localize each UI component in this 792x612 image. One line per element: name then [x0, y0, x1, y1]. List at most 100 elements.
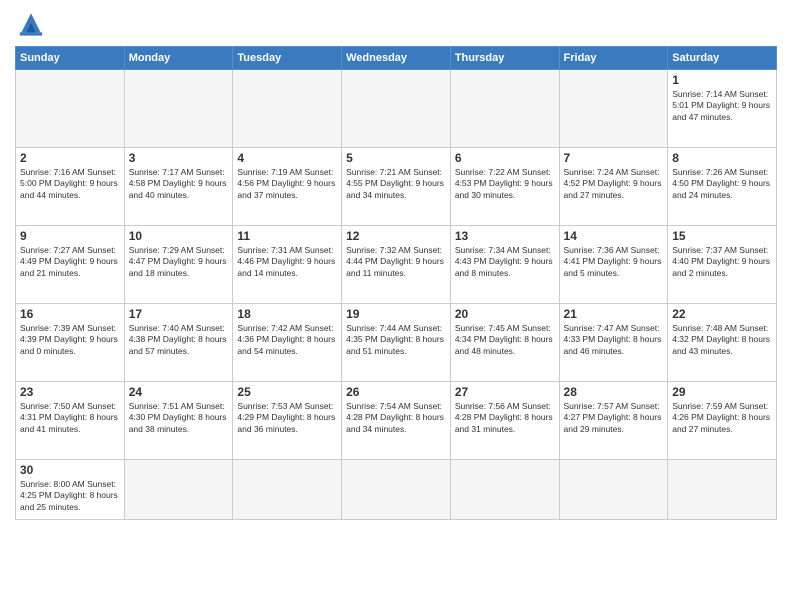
day-number: 8: [672, 151, 772, 165]
day-info: Sunrise: 7:44 AM Sunset: 4:35 PM Dayligh…: [346, 323, 446, 357]
day-number: 6: [455, 151, 555, 165]
day-info: Sunrise: 7:47 AM Sunset: 4:33 PM Dayligh…: [564, 323, 664, 357]
day-number: 4: [237, 151, 337, 165]
day-info: Sunrise: 7:32 AM Sunset: 4:44 PM Dayligh…: [346, 245, 446, 279]
day-number: 21: [564, 307, 664, 321]
calendar-cell: 6 Sunrise: 7:22 AM Sunset: 4:53 PM Daylig…: [450, 148, 559, 226]
day-number: 7: [564, 151, 664, 165]
calendar-cell: [342, 460, 451, 520]
day-info: Sunrise: 7:16 AM Sunset: 5:00 PM Dayligh…: [20, 167, 120, 201]
day-info: Sunrise: 7:22 AM Sunset: 4:53 PM Dayligh…: [455, 167, 555, 201]
day-number: 26: [346, 385, 446, 399]
calendar-cell: [450, 460, 559, 520]
calendar-cell: 14 Sunrise: 7:36 AM Sunset: 4:41 PM Dayli…: [559, 226, 668, 304]
day-number: 15: [672, 229, 772, 243]
day-number: 9: [20, 229, 120, 243]
calendar-cell: [559, 70, 668, 148]
day-number: 29: [672, 385, 772, 399]
calendar-cell: 16 Sunrise: 7:39 AM Sunset: 4:39 PM Dayli…: [16, 304, 125, 382]
calendar-cell: 17 Sunrise: 7:40 AM Sunset: 4:38 PM Dayli…: [124, 304, 233, 382]
calendar-cell: [124, 70, 233, 148]
day-number: 28: [564, 385, 664, 399]
calendar-cell: 18 Sunrise: 7:42 AM Sunset: 4:36 PM Dayli…: [233, 304, 342, 382]
calendar-cell: 19 Sunrise: 7:44 AM Sunset: 4:35 PM Dayli…: [342, 304, 451, 382]
day-number: 11: [237, 229, 337, 243]
logo: [15, 10, 51, 38]
calendar-cell: 2 Sunrise: 7:16 AM Sunset: 5:00 PM Daylig…: [16, 148, 125, 226]
day-number: 3: [129, 151, 229, 165]
day-number: 22: [672, 307, 772, 321]
calendar-table: Sunday Monday Tuesday Wednesday Thursday…: [15, 46, 777, 520]
calendar-cell: 4 Sunrise: 7:19 AM Sunset: 4:56 PM Daylig…: [233, 148, 342, 226]
calendar-cell: 7Sunrise: 7:24 AM Sunset: 4:52 PM Daylig…: [559, 148, 668, 226]
day-info: Sunrise: 7:45 AM Sunset: 4:34 PM Dayligh…: [455, 323, 555, 357]
day-info: Sunrise: 7:34 AM Sunset: 4:43 PM Dayligh…: [455, 245, 555, 279]
day-number: 27: [455, 385, 555, 399]
day-info: Sunrise: 7:17 AM Sunset: 4:58 PM Dayligh…: [129, 167, 229, 201]
calendar-cell: 8Sunrise: 7:26 AM Sunset: 4:50 PM Daylig…: [668, 148, 777, 226]
day-info: Sunrise: 7:53 AM Sunset: 4:29 PM Dayligh…: [237, 401, 337, 435]
day-number: 12: [346, 229, 446, 243]
calendar-cell: 9 Sunrise: 7:27 AM Sunset: 4:49 PM Daylig…: [16, 226, 125, 304]
day-info: Sunrise: 7:27 AM Sunset: 4:49 PM Dayligh…: [20, 245, 120, 279]
day-info: Sunrise: 7:29 AM Sunset: 4:47 PM Dayligh…: [129, 245, 229, 279]
calendar-cell: 23Sunrise: 7:50 AM Sunset: 4:31 PM Dayli…: [16, 382, 125, 460]
calendar-cell: 10 Sunrise: 7:29 AM Sunset: 4:47 PM Dayli…: [124, 226, 233, 304]
calendar-cell: 25Sunrise: 7:53 AM Sunset: 4:29 PM Dayli…: [233, 382, 342, 460]
day-number: 10: [129, 229, 229, 243]
header-sunday: Sunday: [16, 47, 125, 70]
day-info: Sunrise: 7:42 AM Sunset: 4:36 PM Dayligh…: [237, 323, 337, 357]
day-info: Sunrise: 7:40 AM Sunset: 4:38 PM Dayligh…: [129, 323, 229, 357]
header: [15, 10, 777, 38]
day-number: 2: [20, 151, 120, 165]
calendar-cell: [559, 460, 668, 520]
day-info: Sunrise: 7:14 AM Sunset: 5:01 PM Dayligh…: [672, 89, 772, 123]
day-info: Sunrise: 7:39 AM Sunset: 4:39 PM Dayligh…: [20, 323, 120, 357]
calendar-cell: [450, 70, 559, 148]
day-number: 5: [346, 151, 446, 165]
calendar-cell: 1 Sunrise: 7:14 AM Sunset: 5:01 PM Daylig…: [668, 70, 777, 148]
day-number: 18: [237, 307, 337, 321]
calendar-cell: 3 Sunrise: 7:17 AM Sunset: 4:58 PM Daylig…: [124, 148, 233, 226]
day-info: Sunrise: 7:57 AM Sunset: 4:27 PM Dayligh…: [564, 401, 664, 435]
day-number: 17: [129, 307, 229, 321]
calendar-body: 1 Sunrise: 7:14 AM Sunset: 5:01 PM Daylig…: [16, 70, 777, 520]
day-info: Sunrise: 7:54 AM Sunset: 4:28 PM Dayligh…: [346, 401, 446, 435]
day-number: 20: [455, 307, 555, 321]
day-info: Sunrise: 7:56 AM Sunset: 4:28 PM Dayligh…: [455, 401, 555, 435]
day-number: 30: [20, 463, 120, 477]
day-info: Sunrise: 7:51 AM Sunset: 4:30 PM Dayligh…: [129, 401, 229, 435]
day-info: Sunrise: 7:36 AM Sunset: 4:41 PM Dayligh…: [564, 245, 664, 279]
header-tuesday: Tuesday: [233, 47, 342, 70]
calendar-cell: 24 Sunrise: 7:51 AM Sunset: 4:30 PM Dayli…: [124, 382, 233, 460]
day-info: Sunrise: 7:48 AM Sunset: 4:32 PM Dayligh…: [672, 323, 772, 357]
header-thursday: Thursday: [450, 47, 559, 70]
header-friday: Friday: [559, 47, 668, 70]
header-wednesday: Wednesday: [342, 47, 451, 70]
day-info: Sunrise: 7:59 AM Sunset: 4:26 PM Dayligh…: [672, 401, 772, 435]
day-info: Sunrise: 7:31 AM Sunset: 4:46 PM Dayligh…: [237, 245, 337, 279]
day-number: 24: [129, 385, 229, 399]
day-number: 14: [564, 229, 664, 243]
day-number: 16: [20, 307, 120, 321]
calendar-cell: [16, 70, 125, 148]
calendar-header: Sunday Monday Tuesday Wednesday Thursday…: [16, 47, 777, 70]
calendar-cell: 29 Sunrise: 7:59 AM Sunset: 4:26 PM Dayli…: [668, 382, 777, 460]
day-number: 1: [672, 73, 772, 87]
calendar-cell: 13Sunrise: 7:34 AM Sunset: 4:43 PM Dayli…: [450, 226, 559, 304]
calendar-cell: 20 Sunrise: 7:45 AM Sunset: 4:34 PM Dayli…: [450, 304, 559, 382]
page: Sunday Monday Tuesday Wednesday Thursday…: [0, 0, 792, 612]
weekday-header-row: Sunday Monday Tuesday Wednesday Thursday…: [16, 47, 777, 70]
calendar-cell: 26 Sunrise: 7:54 AM Sunset: 4:28 PM Dayli…: [342, 382, 451, 460]
day-info: Sunrise: 7:21 AM Sunset: 4:55 PM Dayligh…: [346, 167, 446, 201]
day-info: Sunrise: 7:19 AM Sunset: 4:56 PM Dayligh…: [237, 167, 337, 201]
day-number: 19: [346, 307, 446, 321]
calendar-cell: 28 Sunrise: 7:57 AM Sunset: 4:27 PM Dayli…: [559, 382, 668, 460]
calendar-cell: 21 Sunrise: 7:47 AM Sunset: 4:33 PM Dayli…: [559, 304, 668, 382]
calendar-cell: 15 Sunrise: 7:37 AM Sunset: 4:40 PM Dayli…: [668, 226, 777, 304]
calendar-cell: 11 Sunrise: 7:31 AM Sunset: 4:46 PM Dayli…: [233, 226, 342, 304]
header-saturday: Saturday: [668, 47, 777, 70]
day-info: Sunrise: 7:37 AM Sunset: 4:40 PM Dayligh…: [672, 245, 772, 279]
generalblue-logo-icon: [15, 10, 47, 38]
header-monday: Monday: [124, 47, 233, 70]
